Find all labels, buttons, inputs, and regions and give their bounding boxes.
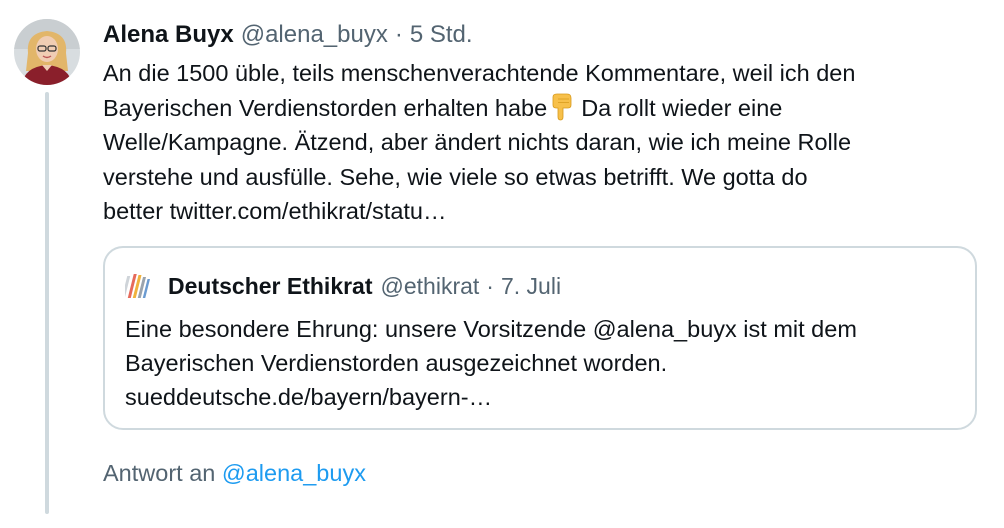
tweet-link[interactable]: twitter.com/ethikrat/statu… [170, 198, 447, 224]
profile-photo-avatar [14, 19, 80, 85]
tweet-text-segment: Da rollt wieder eine [581, 94, 783, 121]
tweet-text-line: verstehe und ausfülle. Sehe, wie viele s… [103, 163, 808, 190]
tweet-text-line: An die 1500 üble, teils menschenverachte… [103, 60, 856, 86]
quoted-author-handle[interactable]: @ethikrat [381, 273, 480, 300]
ethikrat-logo-icon [125, 274, 151, 298]
author-handle[interactable]: @alena_buyx [241, 21, 388, 49]
quoted-tweet-header: Deutscher Ethikrat @ethikrat · 7. Juli [125, 268, 561, 304]
tweet-text-line: better twitter.com/ethikrat/statu… [103, 194, 983, 229]
quoted-text-line: Eine besondere Ehrung: unsere Vorsitzend… [125, 316, 857, 342]
tweet-header: Alena Buyx @alena_buyx · 5 Std. [103, 18, 473, 52]
author-display-name[interactable]: Alena Buyx [103, 21, 234, 49]
quoted-author-display-name[interactable]: Deutscher Ethikrat [168, 273, 373, 300]
quoted-tweet-link[interactable]: sueddeutsche.de/bayern/bayern-… [125, 380, 965, 414]
quoted-tweet-card[interactable]: Deutscher Ethikrat @ethikrat · 7. Juli E… [103, 246, 977, 430]
tweet-text-segment: Bayerischen Verdienstorden erhalten habe [103, 94, 548, 121]
thread-connector-line [45, 92, 49, 514]
reply-to-handle-link[interactable]: @alena_buyx [222, 460, 366, 486]
reply-to-label: Antwort an [103, 460, 216, 486]
tweet[interactable]: Alena Buyx @alena_buyx · 5 Std. An die 1… [0, 0, 1004, 528]
tweet-text-segment: better [103, 198, 164, 224]
quoted-tweet-text: Eine besondere Ehrung: unsere Vorsitzend… [125, 312, 965, 414]
tweet-text-line: Welle/Kampagne. Ätzend, aber ändert nich… [103, 129, 852, 155]
tweet-timestamp[interactable]: 5 Std. [410, 21, 473, 49]
reply-to-indicator: Antwort an @alena_buyx [103, 460, 366, 487]
header-separator: · [394, 21, 403, 48]
quoted-header-separator: · [486, 272, 494, 299]
quoted-text-line: Bayerischen Verdienstorden ausgezeichnet… [125, 350, 668, 376]
quoted-tweet-timestamp[interactable]: 7. Juli [501, 273, 561, 300]
avatar[interactable] [14, 19, 80, 85]
tweet-text-line: Bayerischen Verdienstorden erhalten habe… [103, 91, 983, 126]
tweet-text: An die 1500 üble, teils menschenverachte… [103, 56, 983, 229]
backhand-index-pointing-down-icon [552, 93, 572, 120]
